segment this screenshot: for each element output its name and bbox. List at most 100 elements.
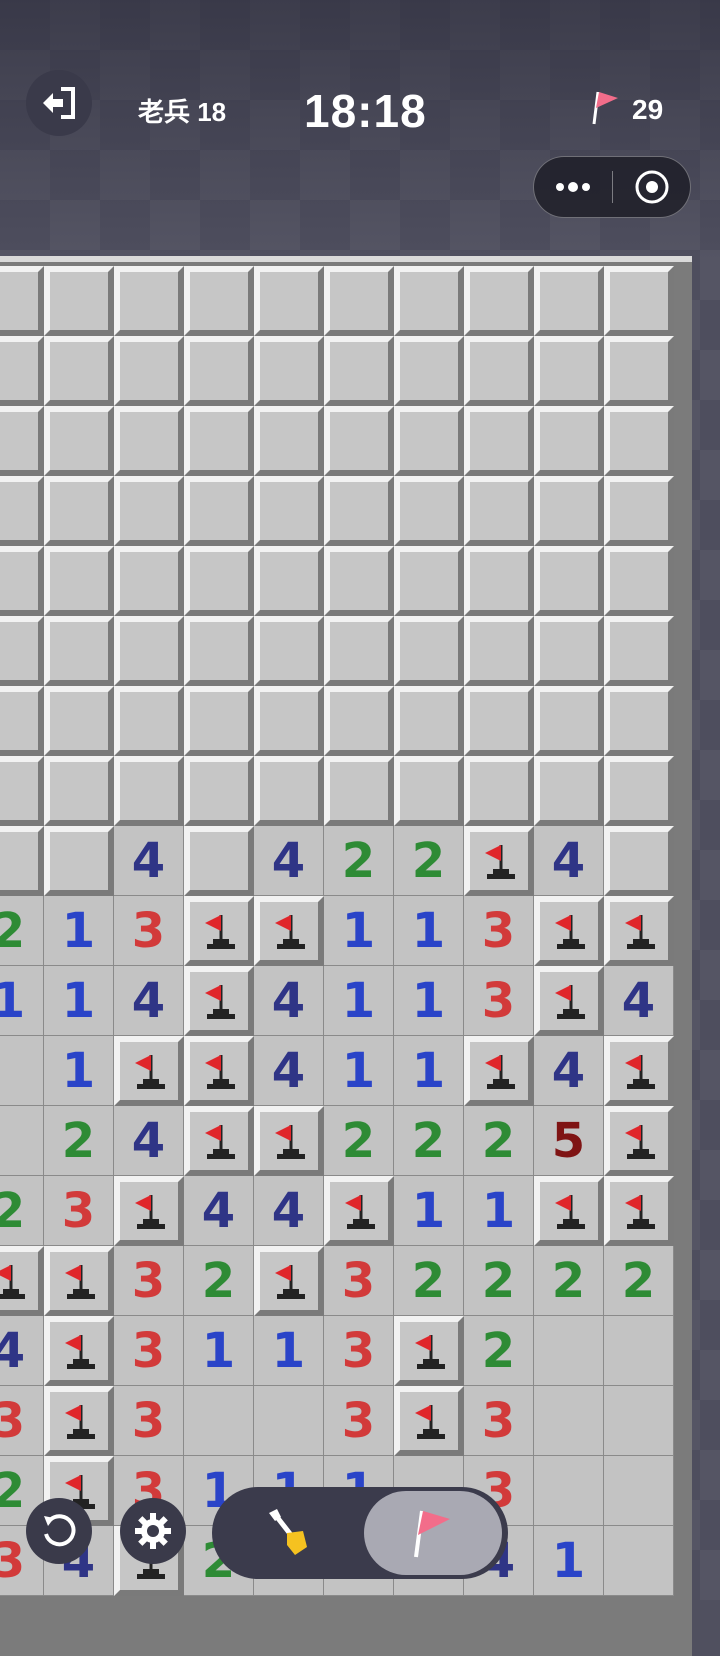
closed-cell[interactable] <box>184 616 254 686</box>
closed-cell[interactable] <box>254 756 324 826</box>
number-cell[interactable]: 2 <box>44 1106 114 1176</box>
closed-cell[interactable] <box>534 546 604 616</box>
number-cell[interactable]: 3 <box>114 896 184 966</box>
flagged-cell[interactable] <box>534 966 604 1036</box>
flagged-cell[interactable] <box>184 896 254 966</box>
flagged-cell[interactable] <box>464 1036 534 1106</box>
number-cell[interactable]: 2 <box>394 1246 464 1316</box>
closed-cell[interactable] <box>254 546 324 616</box>
flagged-cell[interactable] <box>534 896 604 966</box>
closed-cell[interactable] <box>324 616 394 686</box>
flagged-cell[interactable] <box>184 1106 254 1176</box>
closed-cell[interactable] <box>324 266 394 336</box>
closed-cell[interactable] <box>184 756 254 826</box>
flagged-cell[interactable] <box>604 1176 674 1246</box>
number-cell[interactable]: 2 <box>604 1246 674 1316</box>
closed-cell[interactable] <box>184 336 254 406</box>
closed-cell[interactable] <box>0 686 44 756</box>
closed-cell[interactable] <box>534 336 604 406</box>
closed-cell[interactable] <box>604 616 674 686</box>
closed-cell[interactable] <box>44 546 114 616</box>
number-cell[interactable]: 1 <box>44 966 114 1036</box>
closed-cell[interactable] <box>604 756 674 826</box>
empty-cell[interactable] <box>254 1386 324 1456</box>
closed-cell[interactable] <box>254 616 324 686</box>
number-cell[interactable]: 4 <box>254 826 324 896</box>
closed-cell[interactable] <box>604 266 674 336</box>
number-cell[interactable]: 4 <box>114 966 184 1036</box>
number-cell[interactable]: 3 <box>114 1246 184 1316</box>
closed-cell[interactable] <box>114 476 184 546</box>
closed-cell[interactable] <box>44 756 114 826</box>
flagged-cell[interactable] <box>44 1386 114 1456</box>
number-cell[interactable]: 1 <box>534 1526 604 1596</box>
closed-cell[interactable] <box>394 546 464 616</box>
number-cell[interactable]: 1 <box>324 966 394 1036</box>
closed-cell[interactable] <box>534 756 604 826</box>
closed-cell[interactable] <box>464 616 534 686</box>
number-cell[interactable]: 3 <box>114 1316 184 1386</box>
exit-button[interactable] <box>26 70 92 136</box>
flagged-cell[interactable] <box>44 1316 114 1386</box>
flagged-cell[interactable] <box>254 896 324 966</box>
number-cell[interactable]: 3 <box>114 1386 184 1456</box>
number-cell[interactable]: 1 <box>324 896 394 966</box>
number-cell[interactable]: 5 <box>534 1106 604 1176</box>
number-cell[interactable]: 1 <box>254 1316 324 1386</box>
closed-cell[interactable] <box>464 406 534 476</box>
closed-cell[interactable] <box>184 406 254 476</box>
closed-cell[interactable] <box>44 406 114 476</box>
flagged-cell[interactable] <box>534 1176 604 1246</box>
closed-cell[interactable] <box>324 406 394 476</box>
number-cell[interactable]: 2 <box>534 1246 604 1316</box>
close-button[interactable] <box>614 157 690 217</box>
closed-cell[interactable] <box>464 546 534 616</box>
closed-cell[interactable] <box>44 476 114 546</box>
closed-cell[interactable] <box>184 476 254 546</box>
closed-cell[interactable] <box>44 266 114 336</box>
more-button[interactable] <box>534 157 612 217</box>
number-cell[interactable]: 2 <box>464 1246 534 1316</box>
closed-cell[interactable] <box>464 266 534 336</box>
closed-cell[interactable] <box>0 756 44 826</box>
empty-cell[interactable] <box>534 1316 604 1386</box>
closed-cell[interactable] <box>534 686 604 756</box>
closed-cell[interactable] <box>114 616 184 686</box>
empty-cell[interactable] <box>0 1106 44 1176</box>
number-cell[interactable]: 3 <box>44 1176 114 1246</box>
flagged-cell[interactable] <box>604 896 674 966</box>
closed-cell[interactable] <box>604 686 674 756</box>
closed-cell[interactable] <box>394 406 464 476</box>
number-cell[interactable]: 1 <box>394 966 464 1036</box>
closed-cell[interactable] <box>114 546 184 616</box>
number-cell[interactable]: 3 <box>324 1246 394 1316</box>
number-cell[interactable]: 4 <box>254 1036 324 1106</box>
number-cell[interactable]: 2 <box>464 1106 534 1176</box>
closed-cell[interactable] <box>254 476 324 546</box>
closed-cell[interactable] <box>394 476 464 546</box>
empty-cell[interactable] <box>0 1036 44 1106</box>
closed-cell[interactable] <box>604 476 674 546</box>
empty-cell[interactable] <box>534 1456 604 1526</box>
number-cell[interactable]: 3 <box>464 896 534 966</box>
flagged-cell[interactable] <box>464 826 534 896</box>
closed-cell[interactable] <box>0 266 44 336</box>
number-cell[interactable]: 1 <box>394 1176 464 1246</box>
closed-cell[interactable] <box>0 546 44 616</box>
closed-cell[interactable] <box>184 546 254 616</box>
closed-cell[interactable] <box>44 826 114 896</box>
closed-cell[interactable] <box>254 686 324 756</box>
number-cell[interactable]: 2 <box>184 1246 254 1316</box>
closed-cell[interactable] <box>324 476 394 546</box>
closed-cell[interactable] <box>534 616 604 686</box>
closed-cell[interactable] <box>324 686 394 756</box>
closed-cell[interactable] <box>254 406 324 476</box>
number-cell[interactable]: 1 <box>184 1316 254 1386</box>
number-cell[interactable]: 4 <box>534 1036 604 1106</box>
closed-cell[interactable] <box>114 686 184 756</box>
number-cell[interactable]: 1 <box>44 896 114 966</box>
number-cell[interactable]: 2 <box>0 1176 44 1246</box>
flagged-cell[interactable] <box>0 1246 44 1316</box>
flagged-cell[interactable] <box>114 1036 184 1106</box>
closed-cell[interactable] <box>114 406 184 476</box>
